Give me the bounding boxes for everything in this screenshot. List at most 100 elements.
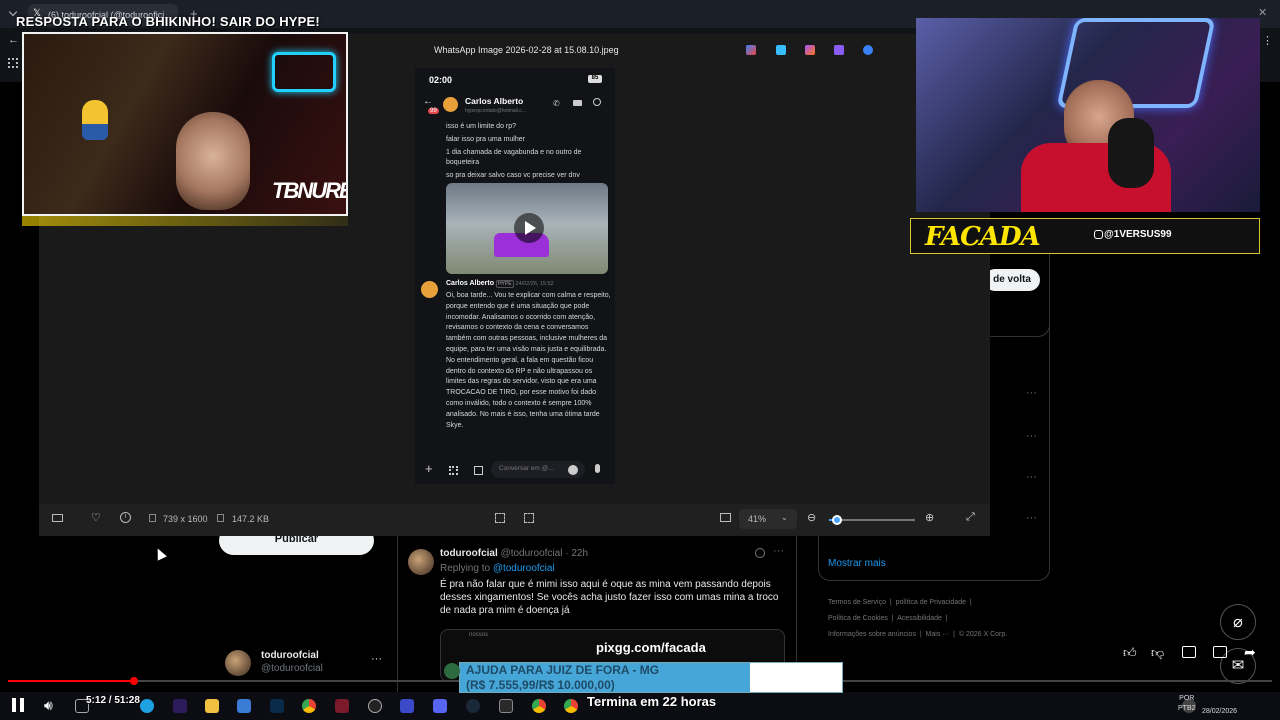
footer-links: Termos de Serviço | política de Privacid… bbox=[828, 599, 1008, 638]
facada-banner: FACADA @1VERSUS99 bbox=[910, 218, 1260, 254]
zoom-dropdown[interactable]: 41% ⌄ bbox=[739, 509, 797, 529]
tweet[interactable]: toduroofcial @toduroofcial · 22h ··· Rep… bbox=[398, 542, 796, 682]
app-icon[interactable] bbox=[400, 699, 414, 713]
store-icon[interactable] bbox=[237, 699, 251, 713]
share-icon[interactable]: ➦ bbox=[1244, 644, 1256, 661]
tweet-author-handle[interactable]: @toduroofcial bbox=[501, 548, 563, 559]
microphone-icon[interactable] bbox=[595, 464, 600, 473]
tweet-time[interactable]: 22h bbox=[571, 548, 588, 559]
premiere-icon[interactable] bbox=[173, 699, 187, 713]
avatar bbox=[225, 650, 251, 676]
pix-url: pixgg.com/facada bbox=[596, 640, 706, 655]
image-dimensions: 739 x 1600 bbox=[163, 514, 208, 524]
instagram-icon bbox=[1094, 230, 1103, 239]
dislike-icon[interactable]: 👎︎ bbox=[1151, 645, 1164, 661]
browser-menu-icon[interactable]: ⋮ bbox=[1262, 34, 1273, 47]
back-button[interactable]: de volta bbox=[984, 269, 1040, 291]
more-icon[interactable]: ··· bbox=[1026, 471, 1037, 483]
obs-icon[interactable] bbox=[368, 699, 382, 713]
taskbar-date[interactable]: 28/02/2026 bbox=[1202, 708, 1237, 715]
copyright: © 2026 X Corp. bbox=[958, 631, 1008, 638]
clipchamp-icon[interactable] bbox=[805, 45, 815, 55]
onedrive-icon[interactable] bbox=[863, 45, 873, 55]
zoom-in-icon[interactable]: ⊕ bbox=[925, 511, 934, 524]
apps-icon[interactable] bbox=[449, 466, 458, 475]
show-more-link[interactable]: Mostrar mais bbox=[828, 558, 886, 569]
grok-icon[interactable] bbox=[755, 548, 765, 558]
info-icon[interactable]: i bbox=[120, 512, 131, 523]
photoshop-icon[interactable] bbox=[270, 699, 284, 713]
donation-logo bbox=[444, 663, 460, 679]
video-attachment[interactable] bbox=[446, 183, 608, 274]
chrome-icon[interactable] bbox=[564, 699, 578, 713]
message: isso é um limite do rp? bbox=[446, 123, 517, 130]
language-indicator[interactable]: POR PTB2 bbox=[1178, 694, 1196, 714]
apps-grid-icon[interactable] bbox=[8, 58, 18, 68]
donation-goal-name: AJUDA PARA JUIZ DE FORA - MG bbox=[466, 663, 660, 677]
chrome-icon[interactable] bbox=[302, 699, 316, 713]
footer-link[interactable]: Mais ··· bbox=[926, 631, 950, 638]
account-switcher[interactable]: toduroofcial @toduroofcial ··· bbox=[225, 648, 385, 678]
unread-badge: 99 bbox=[428, 108, 439, 114]
footer-link[interactable]: política de Privacidade bbox=[896, 599, 966, 606]
back-arrow-icon[interactable]: ← bbox=[423, 96, 433, 107]
xbox-icon[interactable] bbox=[499, 699, 513, 713]
zoom-out-icon[interactable]: ⊖ bbox=[807, 511, 816, 524]
donation-goal-bar: AJUDA PARA JUIZ DE FORA - MG (R$ 7.555,9… bbox=[459, 662, 843, 693]
edge-icon[interactable] bbox=[140, 699, 154, 713]
banner-name: FACADA bbox=[925, 222, 1041, 252]
call-icon[interactable]: ✆ bbox=[553, 99, 560, 108]
more-icon[interactable]: ··· bbox=[1026, 512, 1037, 524]
file-explorer-icon[interactable] bbox=[205, 699, 219, 713]
comment-icon[interactable] bbox=[1182, 646, 1196, 658]
more-icon[interactable]: ··· bbox=[1026, 387, 1037, 399]
like-icon[interactable]: 👍︎ bbox=[1123, 645, 1137, 661]
chrome-icon[interactable] bbox=[532, 699, 546, 713]
reply-tag: HYPE bbox=[495, 280, 514, 288]
phone-screenshot: 02:00 85 ← 99 Carlos Alberto hyperpconta… bbox=[415, 68, 615, 484]
back-arrow-icon[interactable]: ← bbox=[8, 34, 19, 46]
contact-subtitle: hyperpcontato@hotmail.c... bbox=[465, 108, 526, 114]
discord-icon[interactable] bbox=[433, 699, 447, 713]
replying-handle[interactable]: @toduroofcial bbox=[493, 563, 555, 574]
volume-icon[interactable]: 🔊︎ bbox=[44, 697, 53, 714]
filmstrip-icon[interactable] bbox=[52, 514, 63, 522]
language-code: POR bbox=[1179, 695, 1195, 702]
chat-icon[interactable] bbox=[1213, 646, 1227, 658]
footer-link[interactable]: Política de Cookies bbox=[828, 615, 888, 622]
avatar[interactable] bbox=[408, 549, 434, 575]
add-icon[interactable]: + bbox=[425, 461, 433, 476]
pause-icon[interactable] bbox=[12, 698, 24, 712]
more-icon[interactable]: ··· bbox=[1026, 430, 1037, 442]
footer-link[interactable]: Informações sobre anúncios bbox=[828, 631, 916, 638]
fit-to-window-icon[interactable] bbox=[720, 513, 731, 522]
more-icon: ··· bbox=[371, 653, 382, 665]
designer-icon[interactable] bbox=[776, 45, 786, 55]
copilot-icon[interactable] bbox=[746, 45, 756, 55]
gift-icon[interactable] bbox=[474, 466, 483, 475]
tweet-author-name[interactable]: toduroofcial bbox=[440, 548, 498, 559]
select-icon[interactable] bbox=[524, 513, 534, 523]
crop-icon[interactable] bbox=[495, 513, 505, 523]
grok-fab[interactable]: ⌀ bbox=[1220, 604, 1256, 640]
footer-link[interactable]: Acessibilidade bbox=[897, 615, 942, 622]
steam-icon[interactable] bbox=[466, 699, 480, 713]
zoom-slider[interactable] bbox=[829, 515, 915, 525]
paint-icon[interactable] bbox=[834, 45, 844, 55]
favorite-icon[interactable]: ♡ bbox=[91, 511, 101, 524]
app-icon[interactable] bbox=[335, 699, 349, 713]
play-icon[interactable] bbox=[514, 213, 544, 243]
cam-watermark: TBNURE bbox=[272, 178, 348, 203]
language-sub: PTB2 bbox=[1178, 705, 1196, 712]
fullscreen-icon[interactable]: ⤢ bbox=[966, 511, 975, 524]
contact-name: Carlos Alberto bbox=[465, 96, 524, 106]
tweet-text: É pra não falar que é mimi isso aqui é o… bbox=[440, 579, 779, 616]
video-call-icon[interactable] bbox=[573, 100, 582, 106]
zoom-level: 41% bbox=[748, 514, 767, 524]
message: 1 dia chamada de vagabunda e no outro de… bbox=[446, 148, 582, 167]
footer-link[interactable]: Termos de Serviço bbox=[828, 599, 886, 606]
emoji-icon[interactable] bbox=[568, 465, 578, 475]
search-icon[interactable] bbox=[593, 98, 601, 106]
zoom-slider-thumb[interactable] bbox=[832, 515, 843, 525]
tweet-more-icon[interactable]: ··· bbox=[773, 545, 784, 557]
